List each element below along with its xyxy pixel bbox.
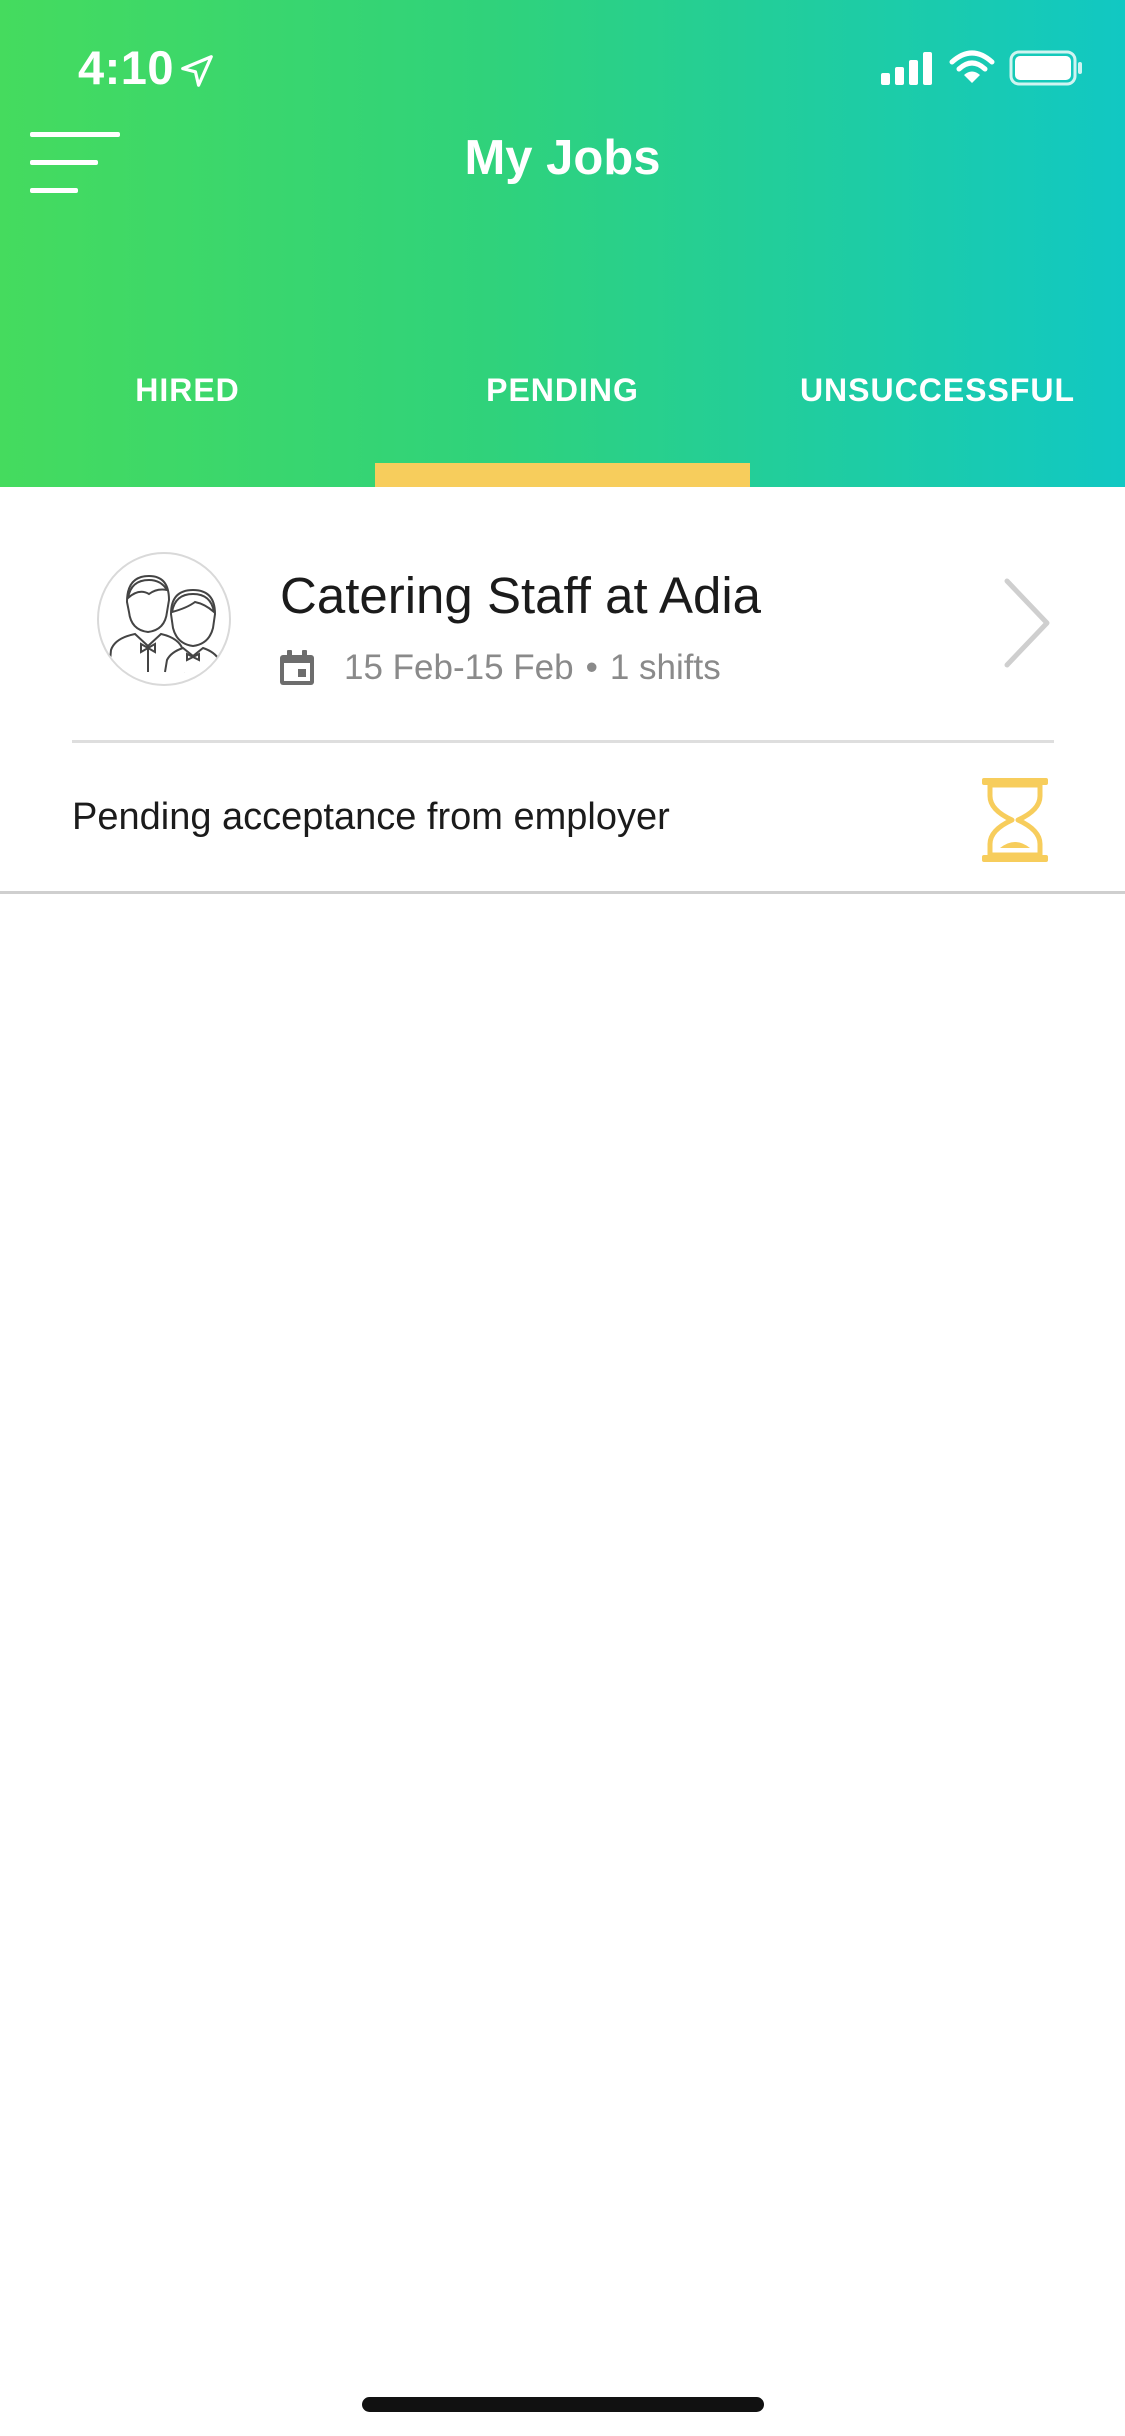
location-arrow-icon (181, 55, 213, 87)
job-dates: 15 Feb-15 Feb (344, 648, 574, 687)
page-title: My Jobs (464, 131, 661, 185)
chevron-right-icon[interactable] (1003, 577, 1053, 669)
tab-unsuccessful[interactable]: UNSUCCESSFUL (750, 355, 1125, 425)
app-header: 4:10 My Jobs HIRED PENDING UNSUCCESSFUL (0, 0, 1125, 487)
status-icons (881, 48, 1083, 88)
catering-staff-avatar-icon (97, 552, 231, 686)
calendar-icon (280, 650, 314, 685)
card-divider (72, 740, 1054, 743)
selected-tab-indicator (375, 463, 750, 487)
section-divider (0, 891, 1125, 894)
job-title: Catering Staff at Adia (280, 567, 762, 624)
job-shifts: 1 shifts (609, 648, 721, 687)
meta-separator: • (585, 648, 598, 687)
hourglass-icon (982, 778, 1048, 862)
signal-icon (881, 52, 932, 85)
tab-pending[interactable]: PENDING (375, 355, 750, 425)
battery-icon (1009, 50, 1082, 86)
status-time: 4:10 (78, 41, 175, 94)
home-indicator[interactable] (362, 2397, 764, 2412)
job-meta: 15 Feb-15 Feb • 1 shifts (278, 648, 721, 688)
wifi-icon (949, 50, 995, 83)
job-status-text: Pending acceptance from employer (72, 796, 670, 838)
tab-bar: HIRED PENDING UNSUCCESSFUL (0, 355, 1125, 425)
tab-hired[interactable]: HIRED (0, 355, 375, 425)
